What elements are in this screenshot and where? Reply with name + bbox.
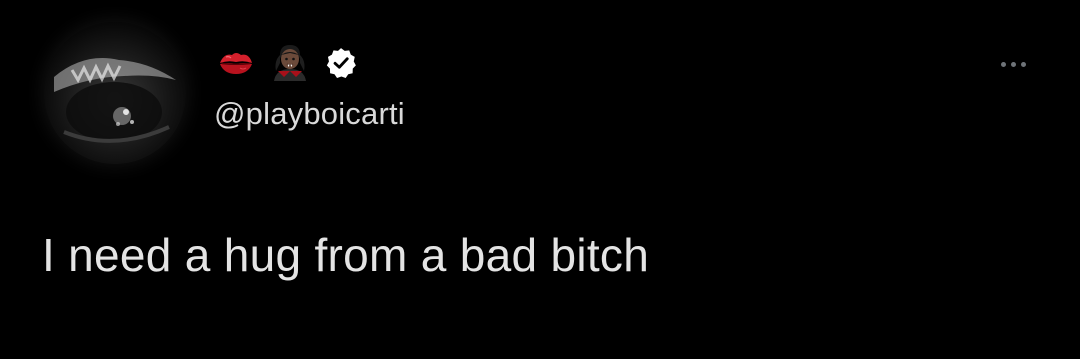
ellipsis-icon — [1020, 61, 1026, 67]
display-name[interactable] — [214, 38, 405, 88]
user-handle[interactable]: @playboicarti — [214, 96, 405, 132]
avatar[interactable] — [44, 22, 186, 164]
ellipsis-icon — [1010, 61, 1016, 67]
tweet-text: I need a hug from a bad bitch — [42, 229, 650, 281]
tweet-card: @playboicarti I need a hug from a bad bi… — [0, 0, 1080, 359]
more-options-button[interactable] — [985, 52, 1041, 76]
avatar-image — [44, 22, 186, 164]
ellipsis-icon — [1000, 61, 1006, 67]
verified-badge-icon — [326, 48, 356, 79]
tweet-header: @playboicarti — [214, 38, 405, 132]
vampire-icon — [274, 45, 306, 81]
kiss-mark-icon — [220, 53, 252, 74]
